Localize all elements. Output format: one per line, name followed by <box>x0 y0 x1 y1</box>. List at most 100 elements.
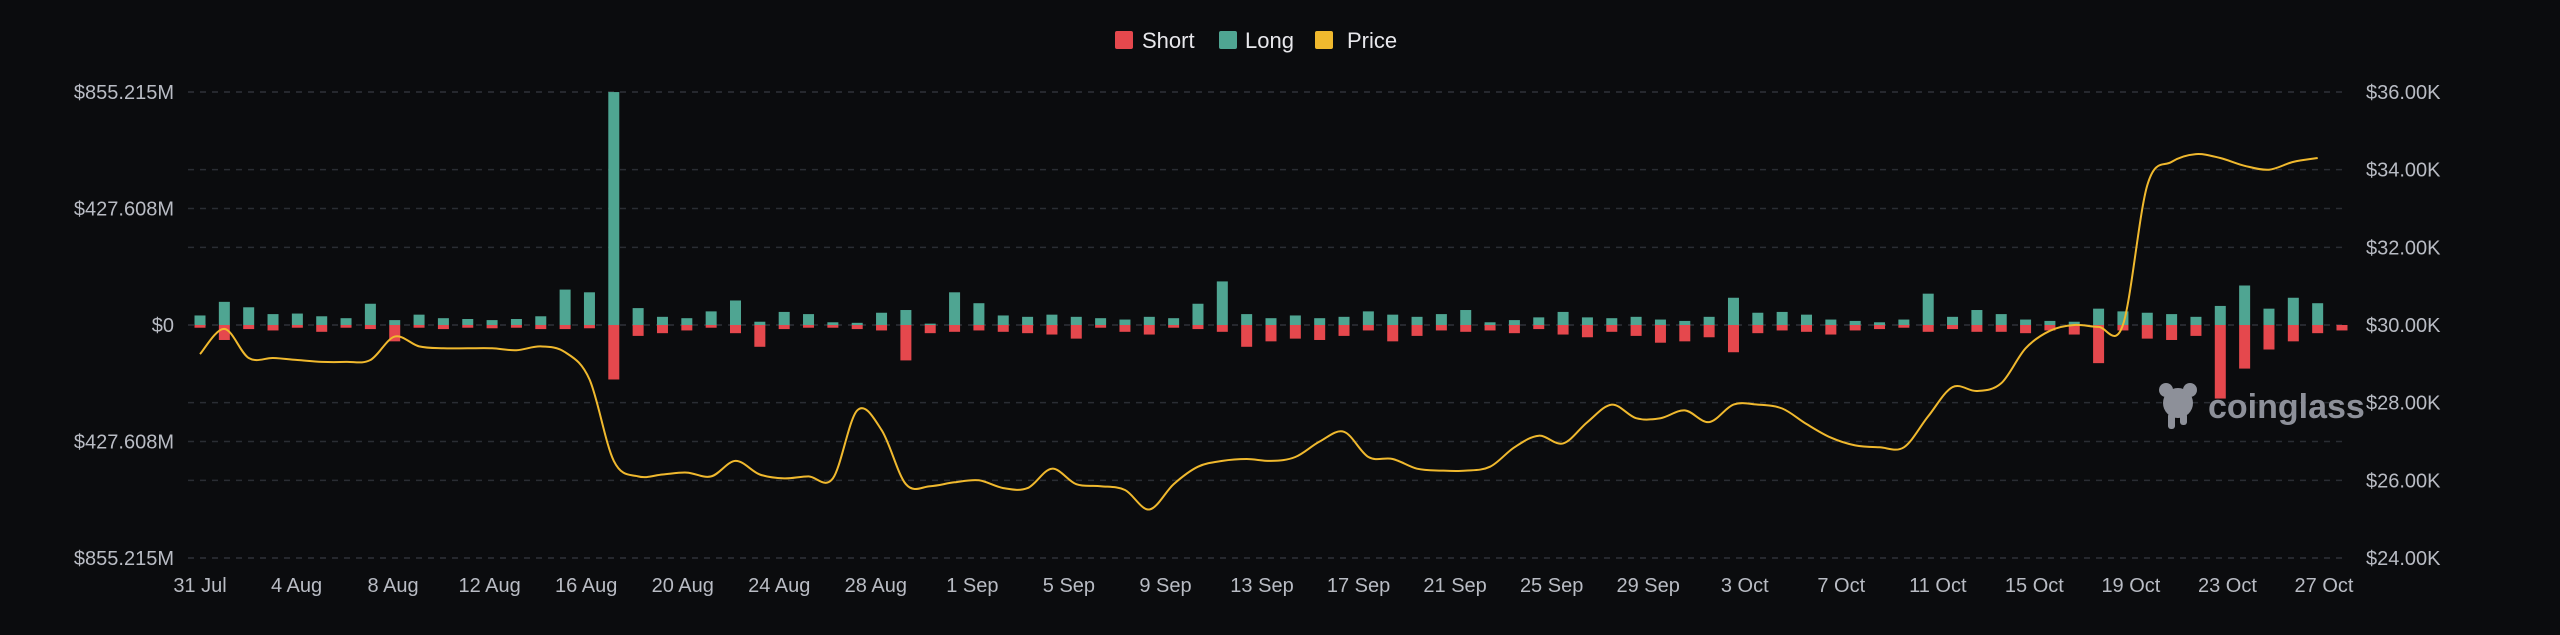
long-bar[interactable] <box>1727 297 1739 325</box>
long-bar[interactable] <box>1630 316 1642 325</box>
short-bar[interactable] <box>730 325 741 334</box>
long-bar[interactable] <box>924 323 936 325</box>
short-bar[interactable] <box>1776 325 1788 331</box>
short-bar[interactable] <box>1679 325 1691 342</box>
short-bar[interactable] <box>340 325 352 328</box>
short-bar[interactable] <box>2068 325 2080 335</box>
short-bar[interactable] <box>2239 325 2251 369</box>
legend[interactable]: Short Long Price <box>1115 28 1397 53</box>
short-bar[interactable] <box>1289 325 1301 339</box>
short-bar[interactable] <box>1119 325 1131 332</box>
short-bar[interactable] <box>1338 325 1350 336</box>
long-bar[interactable] <box>1289 315 1301 325</box>
long-bar[interactable] <box>632 308 644 325</box>
short-bar[interactable] <box>316 325 328 332</box>
short-bar[interactable] <box>2141 325 2153 339</box>
long-bar[interactable] <box>1898 319 1910 325</box>
short-bar[interactable] <box>2287 325 2299 342</box>
long-bar[interactable] <box>1995 314 2007 325</box>
short-bar[interactable] <box>510 325 522 328</box>
long-bar[interactable] <box>2166 314 2178 325</box>
short-bar[interactable] <box>1241 325 1253 347</box>
long-bar[interactable] <box>218 301 230 325</box>
long-bar[interactable] <box>1022 316 1034 325</box>
short-bar[interactable] <box>2312 325 2324 334</box>
short-bar[interactable] <box>754 325 766 347</box>
short-bar[interactable] <box>1557 325 1569 335</box>
short-bar[interactable] <box>194 325 206 328</box>
long-bar[interactable] <box>1947 316 1959 325</box>
short-bar[interactable] <box>1825 325 1837 335</box>
long-bar[interactable] <box>1825 319 1837 325</box>
long-bar[interactable] <box>754 321 766 325</box>
short-bar[interactable] <box>486 325 498 329</box>
short-bar[interactable] <box>243 325 255 330</box>
short-bar[interactable] <box>1849 325 1861 331</box>
short-bar[interactable] <box>1581 325 1593 338</box>
long-bar[interactable] <box>462 319 474 325</box>
long-bar[interactable] <box>2190 316 2202 325</box>
long-bar[interactable] <box>803 314 815 325</box>
long-bar[interactable] <box>486 320 498 325</box>
short-bar[interactable] <box>1095 325 1107 328</box>
short-bar[interactable] <box>1801 325 1812 332</box>
short-bar[interactable] <box>1192 325 1204 330</box>
legend-item-short[interactable]: Short <box>1115 28 1195 53</box>
long-bar[interactable] <box>1095 318 1107 325</box>
short-bar[interactable] <box>583 325 595 329</box>
short-bar[interactable] <box>778 325 790 330</box>
long-bar[interactable] <box>2020 319 2032 325</box>
short-bar[interactable] <box>2020 325 2032 334</box>
long-bar[interactable] <box>1362 311 1374 325</box>
long-bar[interactable] <box>291 313 303 325</box>
long-bar[interactable] <box>973 303 985 325</box>
short-bar[interactable] <box>900 325 912 361</box>
short-bar[interactable] <box>2093 325 2105 364</box>
short-bar[interactable] <box>1947 325 1959 330</box>
long-bar[interactable] <box>1533 317 1545 325</box>
short-bar[interactable] <box>1265 325 1277 342</box>
long-bar[interactable] <box>1411 316 1423 325</box>
short-bar[interactable] <box>462 325 474 328</box>
short-bar[interactable] <box>851 325 863 330</box>
short-bar[interactable] <box>1971 325 1983 332</box>
long-bar[interactable] <box>1046 314 1058 325</box>
short-bar[interactable] <box>1022 325 1034 334</box>
short-bar[interactable] <box>1654 325 1666 343</box>
long-bar[interactable] <box>1922 293 1934 325</box>
short-bar[interactable] <box>218 325 230 340</box>
long-bar[interactable] <box>997 315 1009 325</box>
long-bar[interactable] <box>1581 317 1593 325</box>
short-bar[interactable] <box>1922 325 1934 332</box>
short-bar[interactable] <box>1995 325 2007 332</box>
long-bar[interactable] <box>316 316 328 325</box>
long-bar[interactable] <box>535 316 547 325</box>
long-bar[interactable] <box>900 310 912 325</box>
short-bar[interactable] <box>1362 325 1374 331</box>
short-bar[interactable] <box>559 325 571 330</box>
long-bar[interactable] <box>1314 318 1326 325</box>
short-bar[interactable] <box>1898 325 1910 328</box>
short-bar[interactable] <box>1874 325 1886 330</box>
long-bar[interactable] <box>2312 303 2324 325</box>
short-bar[interactable] <box>827 325 839 328</box>
short-bar[interactable] <box>656 325 668 334</box>
long-bar[interactable] <box>827 322 839 325</box>
long-bar[interactable] <box>656 316 668 325</box>
long-bar[interactable] <box>2239 285 2251 325</box>
short-bar[interactable] <box>924 325 936 334</box>
short-bar[interactable] <box>2336 325 2348 331</box>
short-bar[interactable] <box>1484 325 1496 331</box>
long-bar[interactable] <box>243 307 255 325</box>
long-bar[interactable] <box>583 292 595 325</box>
short-bar[interactable] <box>1508 325 1520 334</box>
long-bar[interactable] <box>1265 318 1277 325</box>
long-bar[interactable] <box>1119 319 1131 325</box>
short-bar[interactable] <box>1752 325 1764 334</box>
short-bar[interactable] <box>1606 325 1618 332</box>
long-bar[interactable] <box>1484 322 1496 325</box>
short-bar[interactable] <box>803 325 815 328</box>
long-bar[interactable] <box>510 319 522 325</box>
long-bar[interactable] <box>2044 320 2056 325</box>
short-bar[interactable] <box>1168 325 1180 328</box>
